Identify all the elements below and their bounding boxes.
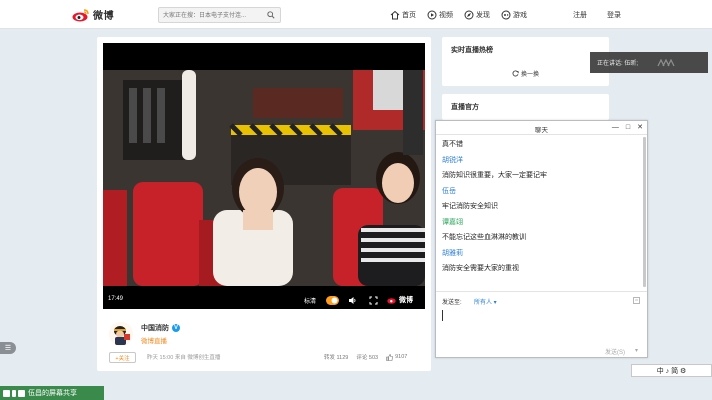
forward-count[interactable]: 转发 1129 <box>324 353 348 361</box>
screen-share-icon <box>3 389 10 397</box>
login-link[interactable]: 登录 <box>607 10 621 20</box>
weibo-watermark-icon <box>387 298 396 304</box>
fullscreen-button[interactable] <box>369 295 378 305</box>
refresh-icon <box>512 70 519 77</box>
search-box[interactable] <box>158 7 281 23</box>
playback-time: 17:49 <box>108 296 124 302</box>
message-sender: 伍岳 <box>442 188 456 195</box>
message-sender: 胡锐洋 <box>442 157 463 164</box>
video-player[interactable]: 17:49 标清 微博 <box>103 43 425 309</box>
window-controls: — □ ✕ <box>612 124 643 132</box>
message-sender: 谭嘉翊 <box>442 219 463 226</box>
message-text: 不能忘记这些血淋淋的教训 <box>442 234 526 241</box>
author-name-row: 中国消防 V <box>141 323 180 333</box>
speaker-waves-icon <box>657 58 675 66</box>
nav-home[interactable]: 首页 <box>390 8 416 21</box>
side-menu-tab[interactable]: ☰ <box>0 342 16 354</box>
game-icon <box>501 10 511 19</box>
video-card: 17:49 标清 微博 中国消防 V 微博直播 +关注 昨天 15:00 来自 … <box>97 37 431 371</box>
chat-divider <box>436 291 647 292</box>
discover-icon <box>464 10 474 19</box>
top-navbar: 微博 首页 视频 发现 游戏 注册 登录 <box>0 0 712 29</box>
speaking-text: 正在讲话: 伍昕; <box>597 61 639 67</box>
recipient-dropdown[interactable]: 所有人 ▾ <box>474 297 497 306</box>
fullscreen-icon <box>369 296 378 304</box>
ime-status[interactable]: 中 ♪ 简 ⚙ <box>657 366 687 376</box>
verified-icon: V <box>172 324 180 332</box>
hot-live-panel: 实时直播热榜 换一换 <box>442 37 609 86</box>
nav-home-label: 首页 <box>402 11 416 19</box>
message-text: 消防知识很重要，大家一定要记牢 <box>442 172 547 179</box>
register-link[interactable]: 注册 <box>573 10 587 20</box>
swap-label: 换一换 <box>520 72 539 78</box>
chat-titlebar[interactable]: 聊天 — □ ✕ <box>436 121 647 135</box>
share-status-icons <box>3 389 25 397</box>
weibo-logo-icon <box>72 8 89 21</box>
screen-share-label: 伍昌的屏幕共享 <box>28 390 77 397</box>
video-icon <box>427 10 437 19</box>
home-icon <box>390 10 400 19</box>
nav-game[interactable]: 游戏 <box>501 8 527 21</box>
chat-input[interactable] <box>440 307 643 343</box>
author-name[interactable]: 中国消防 <box>141 323 169 333</box>
danmaku-toggle[interactable] <box>326 295 339 305</box>
author-avatar[interactable] <box>109 322 133 346</box>
nav-video-label: 视频 <box>439 11 453 19</box>
message-text: 牢记消防安全知识 <box>442 203 498 210</box>
swap-button[interactable]: 换一换 <box>442 69 609 78</box>
like-button[interactable]: 9107 <box>386 353 407 361</box>
weibo-logo[interactable]: 微博 <box>72 6 114 23</box>
recipient-value: 所有人 <box>474 300 493 306</box>
minimize-icon[interactable]: — <box>612 124 619 132</box>
message-text: 真不错 <box>442 141 463 148</box>
chat-window: 聊天 — □ ✕ 真不错 胡锐洋 消防知识很重要，大家一定要记牢 伍岳 牢记消防… <box>435 120 648 358</box>
live-source[interactable]: 微博直播 <box>141 335 167 345</box>
like-count: 9107 <box>395 354 408 360</box>
weibo-watermark: 微博 <box>387 295 413 305</box>
search-icon[interactable] <box>267 11 275 19</box>
message-sender: 胡雅莉 <box>442 250 463 257</box>
video-frame[interactable] <box>103 70 425 286</box>
maximize-icon[interactable]: □ <box>626 124 630 132</box>
send-to-label: 发送至: <box>442 300 462 306</box>
text-caret <box>442 310 443 321</box>
volume-icon <box>349 296 356 304</box>
post-time: 昨天 15:00 来自 微博创生直播 <box>147 355 221 361</box>
watermark-text: 微博 <box>399 297 413 304</box>
comment-count[interactable]: 评论 503 <box>356 353 378 361</box>
ime-toolbar[interactable]: 中 ♪ 简 ⚙ <box>631 364 712 377</box>
chat-scrollbar[interactable] <box>643 137 646 287</box>
player-controls: 17:49 标清 微博 <box>103 292 425 309</box>
screen-share-bar[interactable]: 伍昌的屏幕共享 <box>0 386 104 400</box>
message-text: 消防安全需要大家的重视 <box>442 265 519 272</box>
logo-text: 微博 <box>93 11 114 22</box>
video-stats: 转发 1129 评论 503 9107 <box>324 353 407 361</box>
download-icon <box>18 389 25 397</box>
main-nav: 首页 视频 发现 游戏 <box>390 8 538 21</box>
official-live-panel: 直播官方 <box>442 94 609 120</box>
nav-video[interactable]: 视频 <box>427 8 453 21</box>
firefighter-avatar-icon <box>109 322 133 346</box>
official-live-title: 直播官方 <box>451 104 479 111</box>
nav-discover-label: 发现 <box>476 11 490 19</box>
danmaku-icon <box>326 295 339 305</box>
quality-selector[interactable]: 标清 <box>304 295 316 305</box>
search-input[interactable] <box>163 10 263 21</box>
hot-live-title: 实时直播热榜 <box>451 47 493 54</box>
file-icon[interactable] <box>633 297 640 304</box>
volume-button[interactable] <box>348 295 357 305</box>
follow-button[interactable]: +关注 <box>109 352 136 363</box>
nav-game-label: 游戏 <box>513 11 527 19</box>
video-meta: 中国消防 V 微博直播 +关注 昨天 15:00 来自 微博创生直播 转发 11… <box>103 317 425 365</box>
close-icon[interactable]: ✕ <box>637 124 643 132</box>
speaking-indicator: 正在讲话: 伍昕; <box>590 52 708 73</box>
send-button[interactable]: 发送(S) <box>605 347 625 356</box>
thumbs-up-icon <box>386 353 393 361</box>
microphone-icon <box>12 389 16 397</box>
send-options-dropdown[interactable]: ▾ <box>635 347 638 354</box>
nav-discover[interactable]: 发现 <box>464 8 490 21</box>
